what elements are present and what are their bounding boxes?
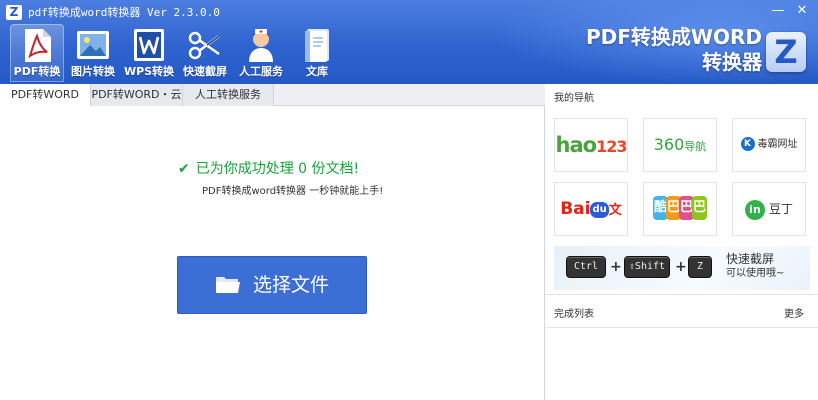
toolbar-human-service[interactable]: 人工服务 [234,24,288,82]
brand-line2: 转换器 [702,50,762,74]
ctrl-key: Ctrl [566,256,606,278]
toolbar-label: 人工服务 [239,65,283,78]
shortcut-banner[interactable]: Ctrl + ⇧Shift + Z 快速截屏 可以使用哦~ [554,246,810,290]
toolbar-label: 图片转换 [71,65,115,78]
docin-logo-icon: in [744,199,765,220]
docin-logo-text: 豆丁 [768,202,793,216]
nav-title: 我的导航 [554,93,594,104]
hao123-logo-text: hao [555,133,598,157]
check-icon: ✔ [178,161,190,177]
toolbar-library[interactable]: 文库 [290,24,344,82]
book-icon [305,29,329,62]
brand-title: PDF转换成WORD 转换器 [586,26,762,73]
divider [546,327,818,328]
brand-logo-icon: Z [766,32,806,72]
folder-icon [215,277,240,293]
sub-message: PDF转换成word转换器 一秒钟就能上手! [202,186,384,197]
close-button[interactable]: ✕ [792,2,812,20]
nav-link-360[interactable]: 360导航 [643,118,717,172]
nav-link-docin[interactable]: in 豆丁 [732,182,806,236]
window-title: pdf转换成word转换器 Ver 2.3.0.0 [28,6,220,19]
nav-link-duba[interactable]: K 毒霸网址 [732,118,806,172]
toolbar-pdf-convert[interactable]: PDF转换 [10,24,64,82]
minimize-button[interactable]: — [768,2,788,20]
toolbar-label: WPS转换 [123,65,175,78]
duba-logo-icon: K [740,137,755,151]
toolbar-wps-convert[interactable]: WPS转换 [122,24,176,82]
z-key: Z [688,256,712,278]
plus-sign: + [675,259,687,275]
nav-link-baidu-wenku[interactable]: Baidu文库 [554,182,628,272]
side-panel: 我的导航 hao123 360导航 K毒霸网址 Baidu文库 酷巴巴巴 in豆… [546,84,818,400]
image-icon [77,31,109,59]
tab-bar: PDF转WORD PDF转WORD・云 人工转换服务 [0,84,545,107]
wps-icon [134,29,164,61]
toolbar-screenshot[interactable]: 快速截屏 [178,24,232,82]
duba-logo-text: 毒霸网址 [757,139,798,150]
shortcut-line2: 可以使用哦~ [726,268,785,279]
360-logo-text: 导航 [684,140,707,153]
choose-file-label: 选择文件 [252,274,329,296]
app-logo-icon: Z [6,5,22,20]
title-bar: Z pdf转换成word转换器 Ver 2.3.0.0 — ✕ [0,0,818,26]
tab-pdf-to-word[interactable]: PDF转WORD [0,84,91,107]
kubaba-logo-char: 巴 [692,196,707,220]
shortcut-text: 快速截屏 可以使用哦~ [726,251,784,280]
toolbar-label: 文库 [306,65,328,78]
success-text: 已为你成功处理 0 份文档! [195,161,360,177]
shortcut-line1: 快速截屏 [726,252,775,266]
hao123-logo-num: 123 [596,137,627,156]
toolbar-image-convert[interactable]: 图片转换 [66,24,120,82]
tab-human-convert[interactable]: 人工转换服务 [183,84,274,106]
tab-pdf-to-word-cloud[interactable]: PDF转WORD・云 [91,84,183,106]
360-logo-num: 360 [653,135,685,154]
shift-key: ⇧Shift [624,256,670,278]
plus-sign: + [610,259,622,275]
divider [546,294,818,295]
baidu-logo-text: Bai [560,199,591,219]
nav-link-kubaba[interactable]: 酷巴巴巴 [643,182,717,236]
baidu-paw-icon: du [590,202,609,218]
main-toolbar: PDF转换 图片转换 WPS转换 快速截屏 人工服务 文库 [10,24,346,82]
choose-file-button[interactable]: 选择文件 [177,256,367,314]
window-controls: — ✕ [768,2,812,20]
main-panel: ✔ 已为你成功处理 0 份文档! PDF转换成word转换器 一秒钟就能上手! 选… [0,106,545,400]
scissors-icon [188,31,220,60]
nav-link-hao123[interactable]: hao123 [554,118,628,172]
toolbar-label: 快速截屏 [183,65,227,78]
more-link[interactable]: 更多 [784,308,804,322]
pdf-icon [25,29,51,62]
completed-list-title: 完成列表 [554,309,594,320]
brand-line1: PDF转换成WORD [586,25,762,49]
app-header: Z pdf转换成word转换器 Ver 2.3.0.0 — ✕ PDF转换 图片… [0,0,818,84]
toolbar-label: PDF转换 [13,65,61,78]
support-agent-icon [249,29,273,62]
success-message: ✔ 已为你成功处理 0 份文档! [178,160,359,178]
